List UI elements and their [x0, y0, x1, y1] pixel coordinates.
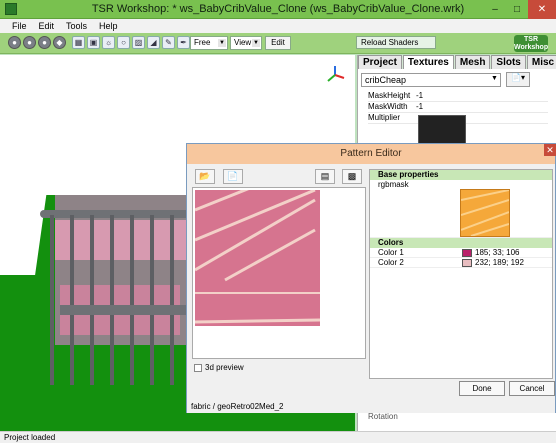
title-bar: TSR Workshop: * ws_BabyCribValue_Clone (… — [0, 0, 556, 19]
sphere-icon[interactable]: ● — [23, 36, 36, 49]
menu-tools[interactable]: Tools — [60, 19, 93, 33]
checkbox[interactable] — [194, 363, 202, 372]
color-swatch[interactable] — [462, 248, 472, 257]
property-key: rgbmask — [378, 180, 409, 189]
crib-bar — [130, 215, 134, 385]
axis-gizmo-icon — [327, 66, 345, 82]
dialog-status: fabric / geoRetro02Med_2 — [187, 400, 555, 413]
tab-slots[interactable]: Slots — [491, 55, 526, 69]
preview-3d-toggle[interactable]: 3d preview — [194, 363, 244, 372]
grid-icon[interactable]: ▦ — [72, 36, 85, 49]
color-value: 232; 189; 192 — [475, 257, 524, 267]
tsr-logo: TSR Workshop — [514, 35, 549, 52]
camera-icon[interactable]: ▣ — [87, 36, 100, 49]
category-base-properties[interactable]: Base properties — [370, 170, 552, 180]
tab-textures[interactable]: Textures — [402, 55, 454, 69]
menu-file[interactable]: File — [6, 19, 33, 33]
pattern-stripes — [194, 188, 321, 324]
shadow-icon[interactable]: ◢ — [147, 36, 160, 49]
texture-options-button[interactable]: 📄▾ — [506, 72, 530, 87]
property-key: Color 2 — [378, 258, 404, 267]
diamond-icon[interactable]: ◆ — [53, 36, 66, 49]
dialog-title: Pattern Editor — [187, 144, 555, 164]
menu-bar: File Edit Tools Help — [0, 19, 556, 33]
rgbmask-row[interactable]: rgbmask — [370, 180, 552, 238]
green-box-icon[interactable]: ▩ — [342, 169, 362, 184]
property-value: 232; 189; 192 — [462, 258, 552, 267]
window-title: TSR Workshop: * ws_BabyCribValue_Clone (… — [91, 3, 465, 15]
crib-bar — [70, 215, 74, 385]
crib-bar — [90, 215, 94, 385]
property-value: 185; 33; 106 — [462, 248, 552, 257]
mesh-icon[interactable]: ▨ — [132, 36, 145, 49]
pattern-swatch — [194, 188, 321, 326]
crib-bumper — [55, 220, 195, 260]
crib-bar — [110, 215, 114, 385]
reload-shaders-button[interactable]: Reload Shaders — [356, 36, 436, 49]
property-key: MaskWidth — [368, 102, 408, 111]
property-row[interactable]: MaskHeight -1 — [368, 91, 548, 102]
category-label: Base properties — [378, 170, 439, 179]
maximize-icon[interactable]: □ — [506, 0, 528, 19]
done-button[interactable]: Done — [459, 381, 505, 396]
tab-mesh[interactable]: Mesh — [454, 55, 491, 69]
color-swatch[interactable] — [462, 258, 472, 267]
property-key: Multiplier — [368, 113, 401, 122]
status-bar: Project loaded — [0, 431, 556, 443]
property-rotation: Rotation — [368, 412, 398, 421]
crib-front-rail — [60, 305, 190, 315]
property-value: -1 — [416, 91, 424, 100]
category-colors[interactable]: Colors — [370, 238, 552, 248]
close-icon[interactable]: ✕ — [528, 0, 556, 19]
edit-button[interactable]: Edit — [265, 36, 291, 50]
rgbmask-thumbnail[interactable] — [460, 189, 510, 237]
view-select[interactable]: View ▼ — [230, 36, 262, 50]
sphere-icon[interactable]: ● — [8, 36, 21, 49]
paint-icon[interactable]: ✎ — [162, 36, 175, 49]
texture-select-value: cribCheap — [365, 75, 407, 85]
tab-misc[interactable]: Misc — [526, 55, 556, 69]
crib-bar — [150, 215, 154, 385]
category-label: Colors — [378, 238, 404, 247]
cancel-button[interactable]: Cancel — [509, 381, 555, 396]
crib-bar — [50, 215, 54, 385]
window-controls: – □ ✕ — [484, 0, 556, 19]
menu-help[interactable]: Help — [93, 19, 124, 33]
sphere-icon[interactable]: ● — [38, 36, 51, 49]
crib-bar — [170, 215, 174, 385]
property-key: Color 1 — [378, 248, 404, 257]
rgbmask-pattern — [460, 189, 510, 237]
chevron-down-icon: ▼ — [491, 75, 498, 82]
property-row[interactable]: MaskWidth -1 — [368, 102, 548, 113]
preview-3d-label: 3d preview — [205, 363, 244, 372]
open-icon[interactable]: 📂 — [195, 169, 215, 184]
pattern-editor-dialog: Pattern Editor ✕ 📂 📄 ▤ ▩ 3d preview Base… — [186, 143, 556, 413]
texture-select[interactable]: cribCheap ▼ — [361, 73, 501, 87]
pattern-box-icon[interactable]: ▤ — [315, 169, 335, 184]
panel-tabs: Project Textures Mesh Slots Misc — [358, 55, 556, 69]
camera-mode-value: Free — [194, 38, 211, 47]
bone-icon[interactable]: ○ — [117, 36, 130, 49]
color-row[interactable]: Color 2 232; 189; 192 — [370, 258, 552, 268]
tab-project[interactable]: Project — [358, 55, 402, 69]
brush-icon[interactable]: ✒ — [177, 36, 190, 49]
minimize-icon[interactable]: – — [484, 0, 506, 19]
close-icon[interactable]: ✕ — [544, 144, 556, 156]
pattern-property-grid: Base properties rgbmask Colors Color 1 1… — [369, 169, 553, 379]
chevron-down-icon: ▼ — [252, 39, 260, 47]
chevron-down-icon: ▼ — [218, 39, 226, 47]
crib-rail — [40, 210, 200, 218]
color-value: 185; 33; 106 — [475, 247, 520, 257]
camera-mode-select[interactable]: Free ▼ — [190, 36, 228, 50]
property-key: MaskHeight — [368, 91, 411, 100]
view-value: View — [234, 38, 252, 47]
pattern-preview-canvas[interactable] — [192, 187, 366, 359]
property-value: -1 — [416, 102, 424, 111]
color-row[interactable]: Color 1 185; 33; 106 — [370, 248, 552, 258]
menu-edit[interactable]: Edit — [33, 19, 61, 33]
light-icon[interactable]: ☼ — [102, 36, 115, 49]
toolbar: ● ● ● ◆ ▦ ▣ ☼ ○ ▨ ◢ ✎ ✒ Free ▼ View ▼ Ed… — [0, 33, 556, 54]
new-file-icon[interactable]: 📄 — [223, 169, 243, 184]
